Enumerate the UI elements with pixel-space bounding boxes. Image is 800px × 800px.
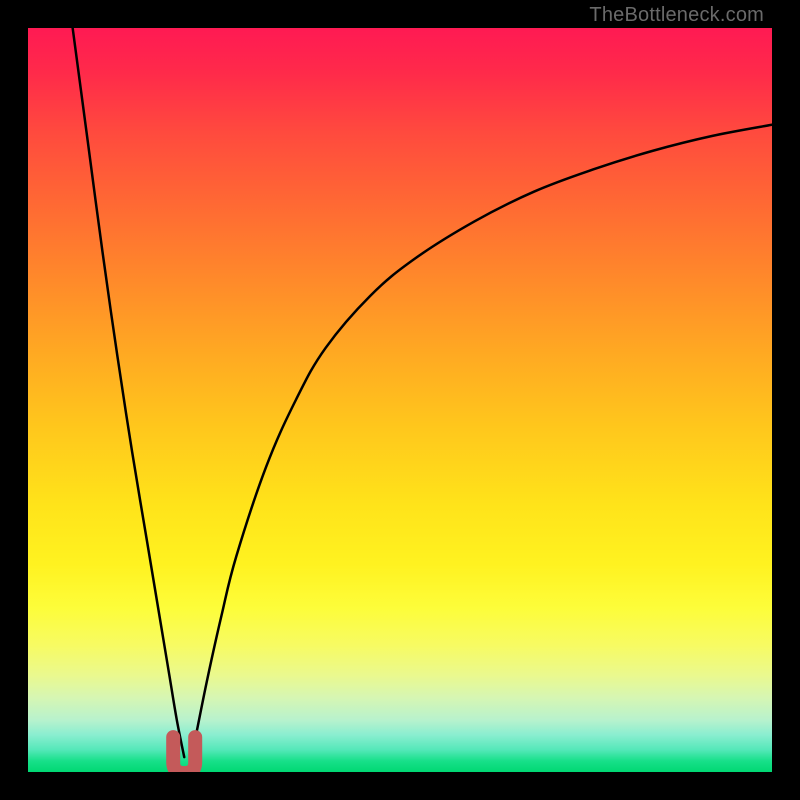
outer-frame: TheBottleneck.com [0,0,800,800]
curve-left-branch [73,28,185,757]
plot-area [28,28,772,772]
bottleneck-curve [28,28,772,772]
curve-right-branch [192,125,772,757]
watermark-text: TheBottleneck.com [589,4,764,27]
